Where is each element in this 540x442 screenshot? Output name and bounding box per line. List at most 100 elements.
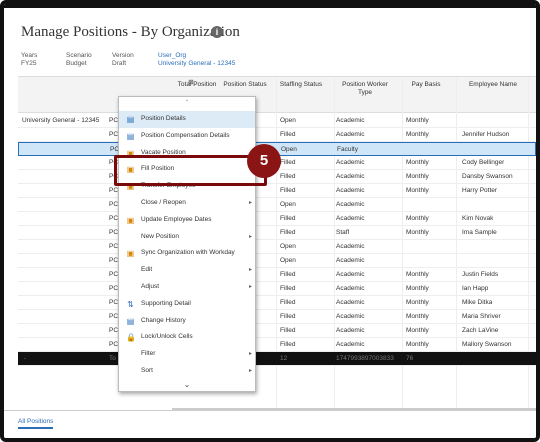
cell-worker-type[interactable]: Academic: [336, 299, 365, 306]
row-position-id[interactable]: PC: [109, 229, 118, 236]
cell-employee-name[interactable]: Ima Sample: [462, 229, 497, 236]
col-total-position[interactable]: Total Position: [176, 81, 218, 89]
cell-staffing-status[interactable]: Filled: [280, 327, 296, 334]
cell-employee-name[interactable]: Mallory Swanson: [462, 341, 512, 348]
cell-worker-type[interactable]: Academic: [336, 313, 365, 320]
row-position-id[interactable]: PC: [109, 327, 118, 334]
row-position-id[interactable]: PC: [109, 313, 118, 320]
row-org-label[interactable]: University General - 12345: [22, 117, 99, 124]
row-position-id[interactable]: PC: [109, 341, 118, 348]
row-position-id[interactable]: PC: [109, 257, 118, 264]
menu-item-edit[interactable]: Edit ▸: [119, 262, 255, 279]
cell-worker-type[interactable]: Academic: [336, 243, 365, 250]
cell-staffing-status[interactable]: Filled: [280, 229, 296, 236]
menu-item-supporting-detail[interactable]: ⇅ Supporting Detail: [119, 296, 255, 313]
cell-worker-type[interactable]: Academic: [336, 285, 365, 292]
menu-item-sort[interactable]: Sort ▸: [119, 363, 255, 380]
cell-employee-name[interactable]: Ian Happ: [462, 285, 488, 292]
pov-years[interactable]: Years FY25: [21, 52, 37, 68]
table-row[interactable]: PC Filled Academic Monthly Dansby Swanson: [18, 170, 536, 184]
info-icon[interactable]: i: [211, 26, 223, 38]
table-row[interactable]: PC Open Academic: [18, 198, 536, 212]
table-row[interactable]: PC Open Academic: [18, 254, 536, 268]
col-position-status[interactable]: Position Status: [223, 81, 267, 89]
table-row[interactable]: PC Open Academic: [18, 240, 536, 254]
row-position-id[interactable]: PC: [109, 285, 118, 292]
menu-item-position-compensation-details[interactable]: ▤ Position Compensation Details: [119, 128, 255, 145]
row-position-id[interactable]: PC: [109, 187, 118, 194]
table-row[interactable]: PC Filled Staff Monthly Ima Sample: [18, 226, 536, 240]
scroll-up-icon[interactable]: ⌃: [119, 99, 255, 106]
cell-staffing-status[interactable]: Open: [280, 117, 296, 124]
cell-worker-type[interactable]: Staff: [336, 229, 349, 236]
cell-worker-type[interactable]: Academic: [336, 187, 365, 194]
cell-pay-basis[interactable]: Monthly: [406, 173, 429, 180]
cell-staffing-status[interactable]: Filled: [280, 313, 296, 320]
cell-employee-name[interactable]: Kim Novak: [462, 215, 493, 222]
cell-worker-type[interactable]: Faculty: [337, 146, 358, 153]
col-pay-basis[interactable]: Pay Basis: [403, 81, 449, 89]
menu-item-position-details[interactable]: ▤ Position Details: [119, 111, 255, 128]
cell-pay-basis[interactable]: Monthly: [406, 327, 429, 334]
cell-pay-basis[interactable]: Monthly: [406, 187, 429, 194]
table-row[interactable]: PC Filled Academic Monthly Maria Shriver: [18, 310, 536, 324]
cell-worker-type[interactable]: Academic: [336, 271, 365, 278]
cell-worker-type[interactable]: Academic: [336, 173, 365, 180]
menu-item-filter[interactable]: Filter ▸: [119, 346, 255, 363]
cell-worker-type[interactable]: Academic: [336, 117, 365, 124]
cell-worker-type[interactable]: Academic: [336, 215, 365, 222]
cell-staffing-status[interactable]: Filled: [280, 299, 296, 306]
cell-employee-name[interactable]: Dansby Swanson: [462, 173, 513, 180]
cell-worker-type[interactable]: Academic: [336, 257, 365, 264]
cell-employee-name[interactable]: Cody Bellinger: [462, 159, 504, 166]
menu-item-update-employee-dates[interactable]: ▣ Update Employee Dates: [119, 212, 255, 229]
cell-employee-name[interactable]: Mike Ditka: [462, 299, 492, 306]
row-position-id[interactable]: PC: [109, 131, 118, 138]
table-row[interactable]: PC Filled Academic Monthly Jennifer Hudson: [18, 128, 536, 142]
cell-pay-basis[interactable]: Monthly: [406, 131, 429, 138]
col-staffing-status[interactable]: Staffing Status: [278, 81, 324, 89]
row-position-id[interactable]: PC: [109, 117, 118, 124]
row-position-id[interactable]: PC: [109, 243, 118, 250]
table-row[interactable]: PC Filled Academic Monthly Harry Potter: [18, 184, 536, 198]
col-employee-name[interactable]: Employee Name: [458, 81, 528, 89]
cell-pay-basis[interactable]: Monthly: [406, 313, 429, 320]
cell-pay-basis[interactable]: Monthly: [406, 117, 429, 124]
cell-pay-basis[interactable]: Monthly: [406, 271, 429, 278]
col-worker-type[interactable]: Position Worker Type: [336, 81, 394, 97]
cell-employee-name[interactable]: Harry Potter: [462, 187, 497, 194]
row-position-id[interactable]: PC: [109, 299, 118, 306]
cell-pay-basis[interactable]: Monthly: [406, 159, 429, 166]
cell-staffing-status[interactable]: Open: [280, 201, 296, 208]
cell-worker-type[interactable]: Academic: [336, 201, 365, 208]
menu-item-adjust[interactable]: Adjust ▸: [119, 279, 255, 296]
table-row[interactable]: PC Filled Academic Monthly Justin Fields: [18, 268, 536, 282]
cell-worker-type[interactable]: Academic: [336, 131, 365, 138]
menu-item-change-history[interactable]: ▤ Change History: [119, 313, 255, 330]
cell-worker-type[interactable]: Academic: [336, 327, 365, 334]
row-position-id[interactable]: PC: [109, 215, 118, 222]
menu-item-lock-unlock-cells[interactable]: 🔒 Lock/Unlock Cells: [119, 329, 255, 346]
menu-item-new-position[interactable]: New Position ▸: [119, 229, 255, 246]
cell-pay-basis[interactable]: Monthly: [406, 215, 429, 222]
cell-staffing-status[interactable]: Filled: [280, 215, 296, 222]
table-row[interactable]: PC Filled Academic Monthly Zach LaVine: [18, 324, 536, 338]
menu-item-close-reopen[interactable]: Close / Reopen ▸: [119, 195, 255, 212]
cell-staffing-status[interactable]: Open: [281, 146, 297, 153]
row-position-id[interactable]: PC: [109, 271, 118, 278]
pov-version[interactable]: Version Draft: [112, 52, 134, 68]
cell-staffing-status[interactable]: Filled: [280, 131, 296, 138]
cell-staffing-status[interactable]: Filled: [280, 285, 296, 292]
cell-staffing-status[interactable]: Filled: [280, 271, 296, 278]
cell-staffing-status[interactable]: Open: [280, 257, 296, 264]
cell-staffing-status[interactable]: Filled: [280, 159, 296, 166]
table-row[interactable]: PC Filled Academic Monthly Ian Happ: [18, 282, 536, 296]
pov-scenario[interactable]: Scenario Budget: [66, 52, 92, 68]
cell-staffing-status[interactable]: Filled: [280, 187, 296, 194]
pov-user-org[interactable]: User_Org University General - 12345: [158, 52, 235, 68]
chevron-down-icon[interactable]: ⌄: [119, 380, 255, 389]
row-position-id[interactable]: PC: [109, 201, 118, 208]
cell-employee-name[interactable]: Zach LaVine: [462, 327, 498, 334]
cell-employee-name[interactable]: Maria Shriver: [462, 313, 501, 320]
cell-staffing-status[interactable]: Open: [280, 243, 296, 250]
